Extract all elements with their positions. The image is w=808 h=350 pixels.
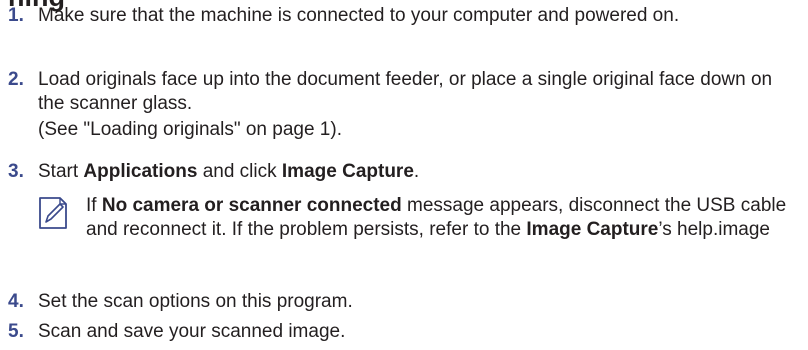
step-text: Set the scan options on this program.: [38, 291, 353, 312]
step-text-mid: and click: [197, 161, 282, 182]
step-4: 4. Set the scan options on this program.: [8, 290, 798, 314]
no-camera-message: No camera or scanner connected: [101, 195, 402, 216]
image-capture-term: Image Capture: [526, 219, 659, 240]
step-text-pre: Start: [38, 161, 84, 182]
note-text: If No camera or scanner connected messag…: [86, 194, 798, 242]
step-2-reference: (See "Loading originals" on page 1).: [38, 119, 342, 140]
note-box: If No camera or scanner connected messag…: [38, 194, 798, 242]
step-text: Make sure that the machine is connected …: [38, 5, 680, 26]
image-capture-term: Image Capture: [281, 161, 414, 182]
step-1: 1. Make sure that the machine is connect…: [8, 4, 798, 28]
step-text: Start Applications and click Image Captu…: [38, 160, 798, 184]
step-5: 5. Scan and save your scanned image.: [8, 320, 798, 344]
step-number: 1.: [8, 5, 24, 26]
step-text: Scan and save your scanned image.: [38, 321, 346, 342]
step-number: 5.: [8, 321, 24, 342]
step-number: 3.: [8, 161, 24, 182]
step-3: 3. Start Applications and click Image Ca…: [8, 160, 798, 184]
note-pencil-icon: [39, 197, 67, 229]
step-text-post: .: [413, 161, 420, 182]
note-text-post: ’s help.image: [658, 219, 770, 240]
step-number: 2.: [8, 69, 24, 90]
step-2: 2. Load originals face up into the docum…: [8, 68, 798, 116]
step-text: Load originals face up into the document…: [38, 69, 773, 114]
note-text-pre: If: [86, 195, 102, 216]
applications-term: Applications: [83, 161, 198, 182]
step-number: 4.: [8, 291, 24, 312]
